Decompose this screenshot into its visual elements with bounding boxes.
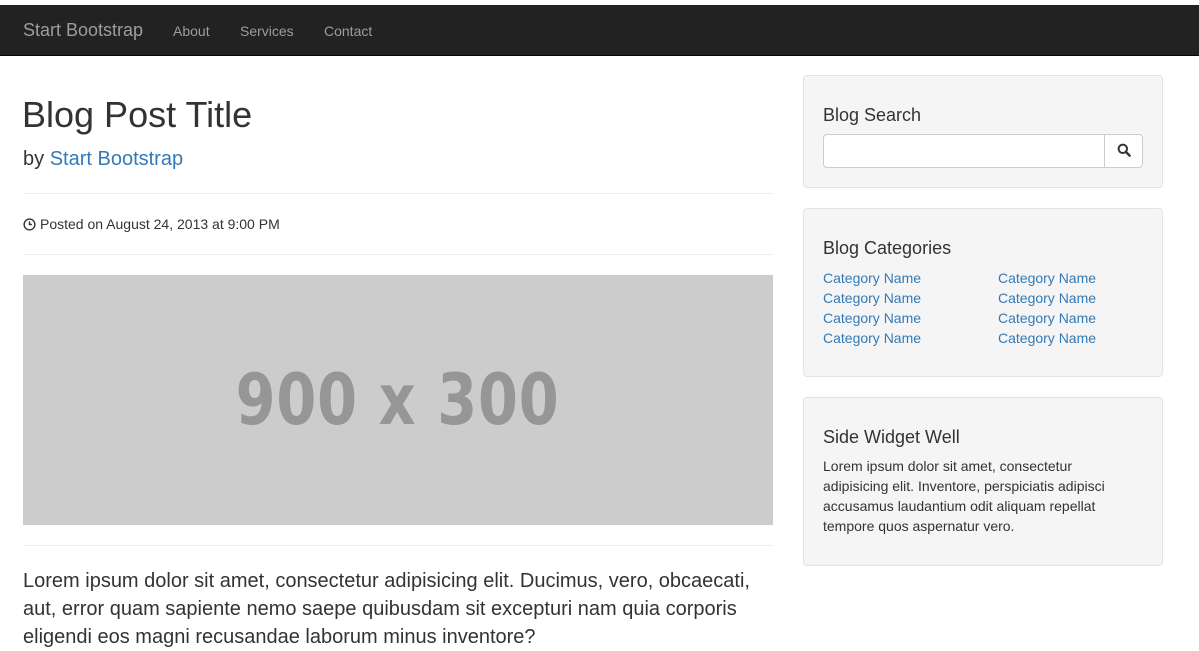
placeholder-label: 900 x 300 <box>235 359 560 441</box>
list-item: Category Name <box>823 288 921 308</box>
side-widget-text: Lorem ipsum dolor sit amet, consectetur … <box>823 458 1105 534</box>
list-item: Category Name <box>823 328 921 348</box>
blog-search-well: Blog Search <box>803 75 1163 188</box>
nav-link-about[interactable]: About <box>173 22 210 40</box>
navbar-brand[interactable]: Start Bootstrap <box>23 19 143 41</box>
navbar: Start Bootstrap About Services Contact <box>0 5 1199 56</box>
nav-link-contact[interactable]: Contact <box>324 22 372 40</box>
category-link[interactable]: Category Name <box>998 290 1096 306</box>
blog-categories-title: Blog Categories <box>823 238 952 258</box>
blog-categories-well: Blog Categories Category Name Category N… <box>803 208 1163 377</box>
side-widget-title: Side Widget Well <box>823 427 960 447</box>
category-link[interactable]: Category Name <box>998 310 1096 326</box>
category-link[interactable]: Category Name <box>823 330 921 346</box>
author-link[interactable]: Start Bootstrap <box>50 148 183 170</box>
list-item: Category Name <box>998 308 1096 328</box>
list-item: Category Name <box>998 288 1096 308</box>
post-date-text: Posted on August 24, 2013 at 9:00 PM <box>40 216 280 232</box>
search-icon <box>1117 143 1131 160</box>
clock-icon <box>23 217 36 235</box>
divider <box>23 254 773 255</box>
side-widget-well: Side Widget Well Lorem ipsum dolor sit a… <box>803 397 1163 566</box>
search-group <box>823 134 1143 168</box>
category-link[interactable]: Category Name <box>823 290 921 306</box>
category-list-left: Category Name Category Name Category Nam… <box>823 268 921 348</box>
divider <box>23 545 773 546</box>
category-link[interactable]: Category Name <box>823 270 921 286</box>
category-list-right: Category Name Category Name Category Nam… <box>998 268 1096 348</box>
blog-search-title: Blog Search <box>823 105 922 125</box>
divider <box>23 193 773 194</box>
byline-prefix: by <box>23 148 45 170</box>
list-item: Category Name <box>823 268 921 288</box>
post-image-placeholder: 900 x 300 <box>23 275 773 525</box>
post-date: Posted on August 24, 2013 at 9:00 PM <box>23 215 280 235</box>
nav-link-services[interactable]: Services <box>240 22 294 40</box>
list-item: Category Name <box>823 308 921 328</box>
post-title: Blog Post Title <box>22 94 253 135</box>
search-input[interactable] <box>823 134 1104 168</box>
list-item: Category Name <box>998 328 1096 348</box>
post-byline: by Start Bootstrap <box>23 146 183 172</box>
category-link[interactable]: Category Name <box>823 310 921 326</box>
category-link[interactable]: Category Name <box>998 270 1096 286</box>
post-lead-paragraph: Lorem ipsum dolor sit amet, consectetur … <box>23 570 750 648</box>
list-item: Category Name <box>998 268 1096 288</box>
search-button[interactable] <box>1104 134 1143 168</box>
category-link[interactable]: Category Name <box>998 330 1096 346</box>
